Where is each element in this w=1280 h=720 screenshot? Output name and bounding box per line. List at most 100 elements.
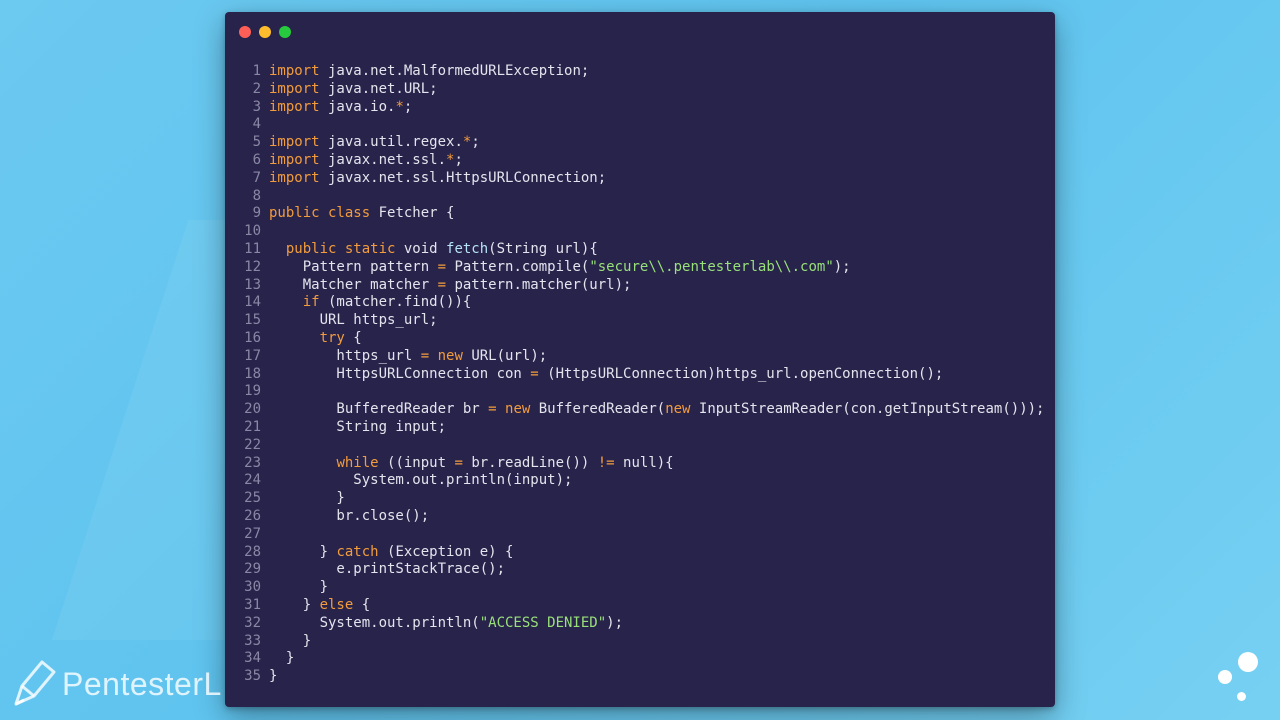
code-text: public static void fetch(String url){ xyxy=(285,240,598,257)
code-line: 20 BufferedReader br = new BufferedReade… xyxy=(235,401,1045,419)
code-line: 10 xyxy=(235,223,1045,241)
minimize-dot-icon[interactable] xyxy=(259,26,271,38)
code-line: 29 e.printStackTrace(); xyxy=(235,561,1045,579)
code-line: 9 public class Fetcher { xyxy=(235,205,1045,223)
code-line: 4 xyxy=(235,116,1045,134)
code-text: Matcher matcher = pattern.matcher(url); xyxy=(269,276,632,293)
code-line: 12 Pattern pattern = Pattern.compile("se… xyxy=(235,259,1045,277)
pentesterlab-logo: PentesterL xyxy=(12,656,222,712)
code-line: 17 https_url = new URL(url); xyxy=(235,348,1045,366)
code-text: Pattern pattern = Pattern.compile("secur… xyxy=(269,258,851,275)
line-number: 24 xyxy=(244,472,261,489)
line-number: 16 xyxy=(244,329,261,346)
line-number: 22 xyxy=(244,436,261,453)
line-number: 3 xyxy=(252,98,261,115)
code-line: 22 xyxy=(235,437,1045,455)
line-number: 29 xyxy=(244,561,261,578)
code-text: e.printStackTrace(); xyxy=(269,561,506,578)
code-text: import java.util.regex.*; xyxy=(269,134,480,151)
line-number: 20 xyxy=(244,401,261,418)
code-text: import java.io.*; xyxy=(269,98,413,115)
line-number: 33 xyxy=(244,632,261,649)
code-text: https_url = new URL(url); xyxy=(269,347,548,364)
line-number: 31 xyxy=(244,596,261,613)
code-line: 26 br.close(); xyxy=(235,508,1045,526)
line-number: 21 xyxy=(244,418,261,435)
line-number: 25 xyxy=(244,490,261,507)
code-line: 8 xyxy=(235,188,1045,206)
code-line: 27 xyxy=(235,526,1045,544)
line-number: 7 xyxy=(252,169,261,186)
code-text: String input; xyxy=(269,418,447,435)
code-line: 6 import javax.net.ssl.*; xyxy=(235,152,1045,170)
code-line: 7 import javax.net.ssl.HttpsURLConnection… xyxy=(235,170,1045,188)
code-line: 34 } xyxy=(235,650,1045,668)
code-line: 35} xyxy=(235,668,1045,686)
code-text: HttpsURLConnection con = (HttpsURLConnec… xyxy=(269,365,944,382)
maximize-dot-icon[interactable] xyxy=(279,26,291,38)
window-controls xyxy=(239,26,291,38)
code-text: } else { xyxy=(269,596,371,613)
code-line: 23 while ((input = br.readLine()) != nul… xyxy=(235,455,1045,473)
line-number: 30 xyxy=(244,579,261,596)
code-line: 15 URL https_url; xyxy=(235,312,1045,330)
line-number: 34 xyxy=(244,650,261,667)
line-number: 13 xyxy=(244,276,261,293)
code-text: public class Fetcher { xyxy=(269,205,455,222)
line-number: 8 xyxy=(252,187,261,204)
line-number: 28 xyxy=(244,543,261,560)
line-number: 14 xyxy=(244,294,261,311)
code-window: 1 import java.net.MalformedURLException; 2… xyxy=(225,12,1055,707)
code-line: 13 Matcher matcher = pattern.matcher(url… xyxy=(235,277,1045,295)
code-line: 30 } xyxy=(235,579,1045,597)
code-line: 1 import java.net.MalformedURLException; xyxy=(235,63,1045,81)
line-number: 12 xyxy=(244,258,261,275)
line-number: 1 xyxy=(252,63,261,79)
code-text: } catch (Exception e) { xyxy=(269,543,514,560)
code-text: br.close(); xyxy=(269,507,430,524)
code-text: } xyxy=(269,490,345,507)
code-line: 33 } xyxy=(235,633,1045,651)
line-number: 23 xyxy=(244,454,261,471)
line-number: 35 xyxy=(244,668,261,685)
line-number: 17 xyxy=(244,347,261,364)
line-number: 5 xyxy=(252,134,261,151)
code-line: 16 try { xyxy=(235,330,1045,348)
code-text: if (matcher.find()){ xyxy=(302,294,472,311)
line-number: 32 xyxy=(244,614,261,631)
code-text: } xyxy=(269,668,278,685)
line-number: 2 xyxy=(252,80,261,97)
code-line: 21 String input; xyxy=(235,419,1045,437)
bubbles-decoration xyxy=(1212,650,1262,710)
code-block: 1 import java.net.MalformedURLException; 2… xyxy=(235,63,1045,686)
code-text: try { xyxy=(319,329,362,346)
code-line: 3 import java.io.*; xyxy=(235,99,1045,117)
line-number: 6 xyxy=(252,151,261,168)
line-number: 11 xyxy=(244,240,261,257)
code-text: URL https_url; xyxy=(269,312,438,329)
code-text: import java.net.URL; xyxy=(269,80,438,97)
code-line: 25 } xyxy=(235,490,1045,508)
code-text: } xyxy=(269,650,295,667)
code-text: import java.net.MalformedURLException; xyxy=(269,63,590,79)
code-line: 32 System.out.println("ACCESS DENIED"); xyxy=(235,615,1045,633)
code-line: 24 System.out.println(input); xyxy=(235,472,1045,490)
line-number: 27 xyxy=(244,525,261,542)
line-number: 19 xyxy=(244,383,261,400)
code-line: 14 if (matcher.find()){ xyxy=(235,294,1045,312)
code-text: } xyxy=(269,632,312,649)
code-text: System.out.println(input); xyxy=(269,472,573,489)
logo-text: PentesterL xyxy=(62,665,222,702)
code-text: System.out.println("ACCESS DENIED"); xyxy=(269,614,624,631)
code-text: import javax.net.ssl.*; xyxy=(269,151,463,168)
code-line: 2 import java.net.URL; xyxy=(235,81,1045,99)
line-number: 4 xyxy=(252,116,261,133)
pen-icon xyxy=(12,656,62,712)
code-line: 19 xyxy=(235,383,1045,401)
close-dot-icon[interactable] xyxy=(239,26,251,38)
